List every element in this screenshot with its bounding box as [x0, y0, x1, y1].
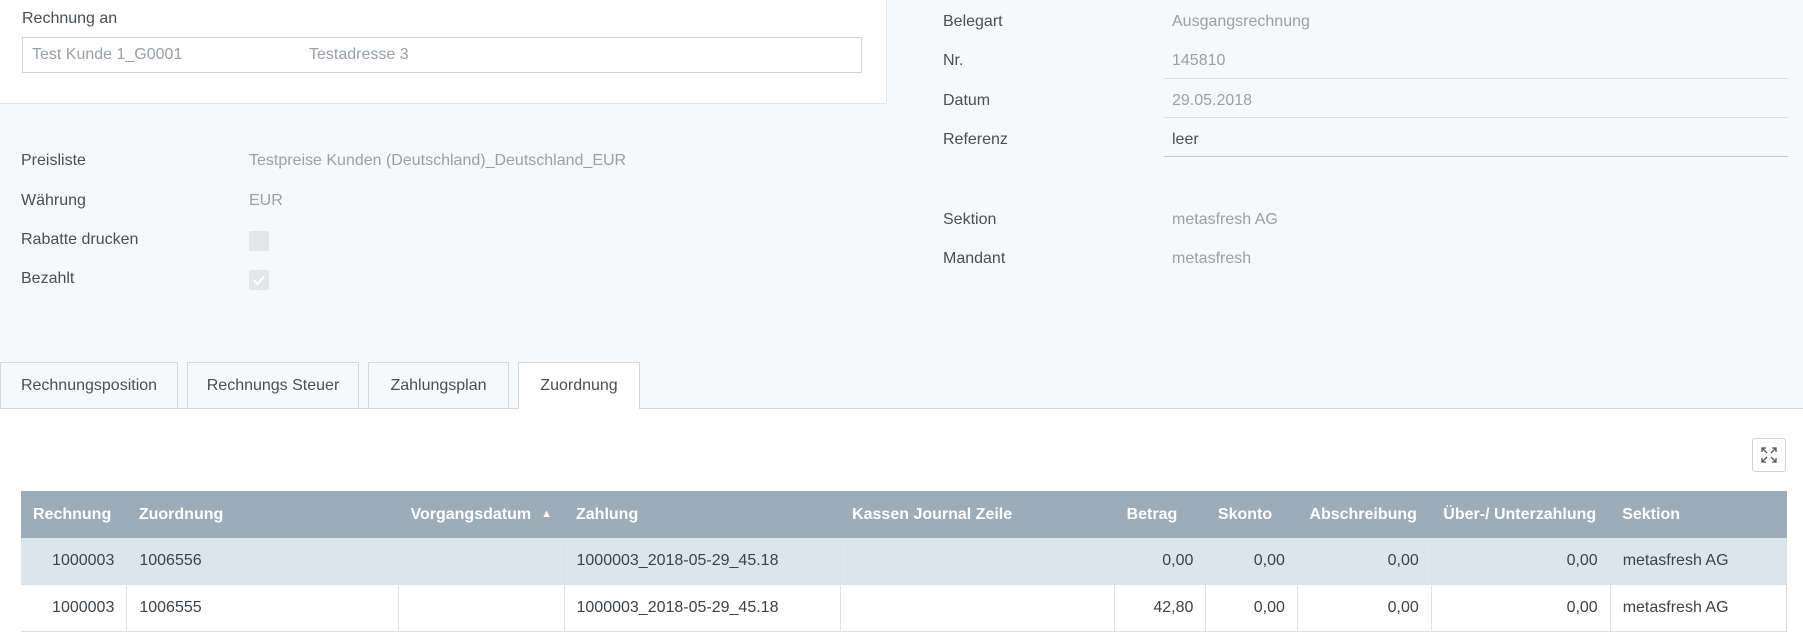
sort-ascending-icon: ▲	[541, 508, 552, 521]
expand-icon	[1761, 447, 1777, 463]
column-header-abschreibung[interactable]: Abschreibung	[1297, 491, 1432, 538]
referenz-label: Referenz	[943, 131, 1008, 148]
datum-value: 29.05.2018	[1172, 92, 1253, 109]
column-header-vorgangsdatum-label: Vorgangsdatum	[410, 505, 532, 523]
column-header-kassen-journal-zeile[interactable]: Kassen Journal Zeile	[840, 491, 1115, 538]
datum-underline	[1164, 117, 1788, 118]
mandant-label: Mandant	[943, 250, 1006, 267]
belegart-label: Belegart	[943, 13, 1003, 30]
table-row[interactable]: 1000003 1006556 1000003_2018-05-29_45.18…	[21, 538, 1788, 585]
sektion-value: metasfresh AG	[1172, 211, 1278, 228]
cell-rechnung: 1000003	[21, 584, 128, 632]
nr-value: 145810	[1172, 52, 1226, 69]
allocation-table: Rechnung Zuordnung Vorgangsdatum ▲ Zahlun…	[21, 491, 1788, 632]
cell-rechnung: 1000003	[21, 538, 128, 585]
rabatte-label: Rabatte drucken	[21, 231, 139, 248]
bill-to-customer: Test Kunde 1_G0001	[32, 46, 183, 63]
table-row[interactable]: 1000003 1006555 1000003_2018-05-29_45.18…	[21, 584, 1788, 632]
tab-zahlungsplan[interactable]: Zahlungsplan	[368, 362, 509, 408]
tab-zuordnung[interactable]: Zuordnung	[518, 362, 640, 409]
column-header-zuordnung[interactable]: Zuordnung	[126, 491, 399, 538]
tab-rechnungs-steuer[interactable]: Rechnungs Steuer	[187, 362, 359, 408]
cell-zahlung: 1000003_2018-05-29_45.18	[564, 584, 841, 632]
table-header-row: Rechnung Zuordnung Vorgangsdatum ▲ Zahlun…	[21, 491, 1787, 538]
cell-vorgangsdatum	[398, 538, 565, 585]
column-header-zahlung[interactable]: Zahlung	[564, 491, 841, 538]
column-header-betrag[interactable]: Betrag	[1114, 491, 1206, 538]
cell-kassen-journal-zeile	[840, 584, 1116, 632]
column-header-rechnung[interactable]: Rechnung	[21, 491, 127, 538]
referenz-underline	[1164, 156, 1788, 157]
column-header-ueber-unterzahlung[interactable]: Über-/ Unterzahlung	[1431, 491, 1611, 538]
cell-vorgangsdatum	[398, 584, 565, 632]
cell-ueber-unterzahlung: 0,00	[1431, 538, 1611, 585]
cell-zuordnung: 1006556	[126, 538, 399, 585]
preisliste-value: Testpreise Kunden (Deutschland)_Deutschl…	[249, 152, 627, 169]
referenz-input[interactable]: leer	[1172, 131, 1199, 149]
cell-zuordnung: 1006555	[126, 584, 399, 632]
sektion-label: Sektion	[943, 211, 997, 228]
belegart-value: Ausgangsrechnung	[1172, 13, 1310, 30]
cell-abschreibung: 0,00	[1297, 538, 1432, 585]
bezahlt-label: Bezahlt	[21, 270, 75, 287]
cell-betrag: 42,80	[1114, 584, 1207, 632]
column-header-skonto[interactable]: Skonto	[1205, 491, 1298, 538]
waehrung-value: EUR	[249, 192, 283, 209]
cell-skonto: 0,00	[1205, 584, 1298, 632]
cell-skonto: 0,00	[1205, 538, 1298, 585]
cell-zahlung: 1000003_2018-05-29_45.18	[564, 538, 841, 585]
expand-button[interactable]	[1752, 438, 1786, 472]
datum-label: Datum	[943, 92, 991, 109]
nr-underline	[1164, 78, 1788, 79]
nr-label: Nr.	[943, 52, 964, 69]
bill-to-label: Rechnung an	[22, 10, 118, 27]
tab-rechnungsposition[interactable]: Rechnungsposition	[0, 362, 178, 408]
cell-sektion: metasfresh AG	[1610, 538, 1788, 585]
cell-sektion: metasfresh AG	[1610, 584, 1788, 632]
waehrung-label: Währung	[21, 192, 86, 209]
cell-betrag: 0,00	[1114, 538, 1207, 585]
column-header-sektion[interactable]: Sektion	[1610, 491, 1787, 538]
cell-ueber-unterzahlung: 0,00	[1431, 584, 1611, 632]
cell-kassen-journal-zeile	[840, 538, 1116, 585]
column-header-vorgangsdatum[interactable]: Vorgangsdatum ▲	[398, 491, 564, 538]
bezahlt-checkbox[interactable]	[249, 270, 269, 290]
mandant-value: metasfresh	[1172, 250, 1252, 267]
rabatte-checkbox[interactable]	[249, 231, 269, 251]
bill-to-field[interactable]: Test Kunde 1_G0001 Testadresse 3	[22, 37, 862, 73]
bill-to-address: Testadresse 3	[309, 46, 409, 63]
preisliste-label: Preisliste	[21, 152, 86, 169]
cell-abschreibung: 0,00	[1297, 584, 1432, 632]
check-icon	[253, 275, 265, 286]
